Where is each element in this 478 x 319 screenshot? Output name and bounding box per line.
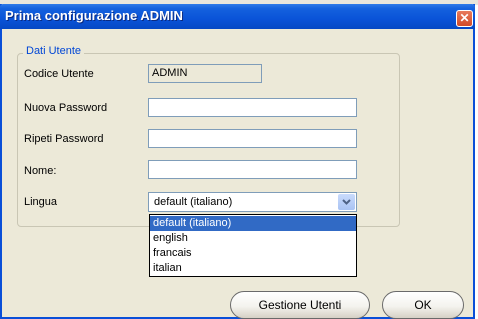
name-label: Nome: — [24, 165, 57, 177]
language-option[interactable]: default (italiano) — [150, 216, 356, 231]
language-dropdown-list: default (italiano) english francais ital… — [149, 214, 357, 277]
title-bar[interactable]: Prima configurazione ADMIN ✕ — [0, 4, 475, 29]
new-password-input[interactable] — [148, 98, 357, 117]
close-icon: ✕ — [459, 11, 470, 25]
repeat-password-label: Ripeti Password — [24, 133, 104, 145]
new-password-label: Nuova Password — [24, 102, 108, 114]
language-label: Lingua — [24, 196, 58, 208]
language-option[interactable]: italian — [150, 261, 356, 276]
user-code-field: ADMIN — [148, 64, 262, 83]
language-option[interactable]: english — [150, 231, 356, 246]
language-select[interactable]: default (italiano) — [148, 192, 357, 212]
user-code-label: Codice Utente — [24, 68, 94, 80]
language-option[interactable]: francais — [150, 246, 356, 261]
repeat-password-input[interactable] — [148, 129, 357, 148]
manage-users-button[interactable]: Gestione Utenti — [230, 291, 370, 319]
group-legend: Dati Utente — [23, 45, 85, 57]
dropdown-arrow-button[interactable] — [338, 194, 355, 210]
close-button[interactable]: ✕ — [456, 10, 473, 27]
window-title: Prima configurazione ADMIN — [5, 8, 183, 23]
language-select-value: default (italiano) — [154, 196, 233, 208]
name-input[interactable] — [148, 160, 357, 179]
ok-button[interactable]: OK — [382, 291, 464, 319]
chevron-down-icon — [342, 199, 351, 205]
